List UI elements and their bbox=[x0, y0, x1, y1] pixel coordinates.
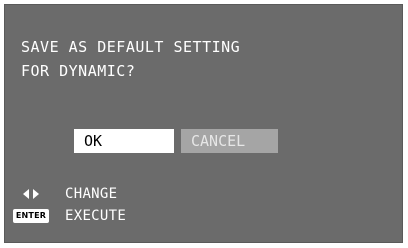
execute-label: EXECUTE bbox=[65, 208, 127, 224]
legend-change: CHANGE bbox=[11, 183, 117, 205]
dialog-message-line-1: SAVE AS DEFAULT SETTING bbox=[21, 38, 241, 56]
change-label: CHANGE bbox=[65, 186, 118, 202]
cancel-button[interactable]: CANCEL bbox=[181, 129, 278, 153]
ok-button[interactable]: OK bbox=[74, 129, 174, 153]
enter-key-icon: ENTER bbox=[11, 209, 51, 223]
left-right-arrows-icon bbox=[11, 189, 51, 199]
dialog-message-line-2: FOR DYNAMIC? bbox=[21, 62, 136, 80]
enter-key-label: ENTER bbox=[12, 209, 50, 223]
osd-dialog: SAVE AS DEFAULT SETTING FOR DYNAMIC? OK … bbox=[4, 4, 403, 243]
dialog-message: SAVE AS DEFAULT SETTING FOR DYNAMIC? bbox=[21, 35, 240, 83]
legend-execute: ENTER EXECUTE bbox=[11, 205, 126, 227]
